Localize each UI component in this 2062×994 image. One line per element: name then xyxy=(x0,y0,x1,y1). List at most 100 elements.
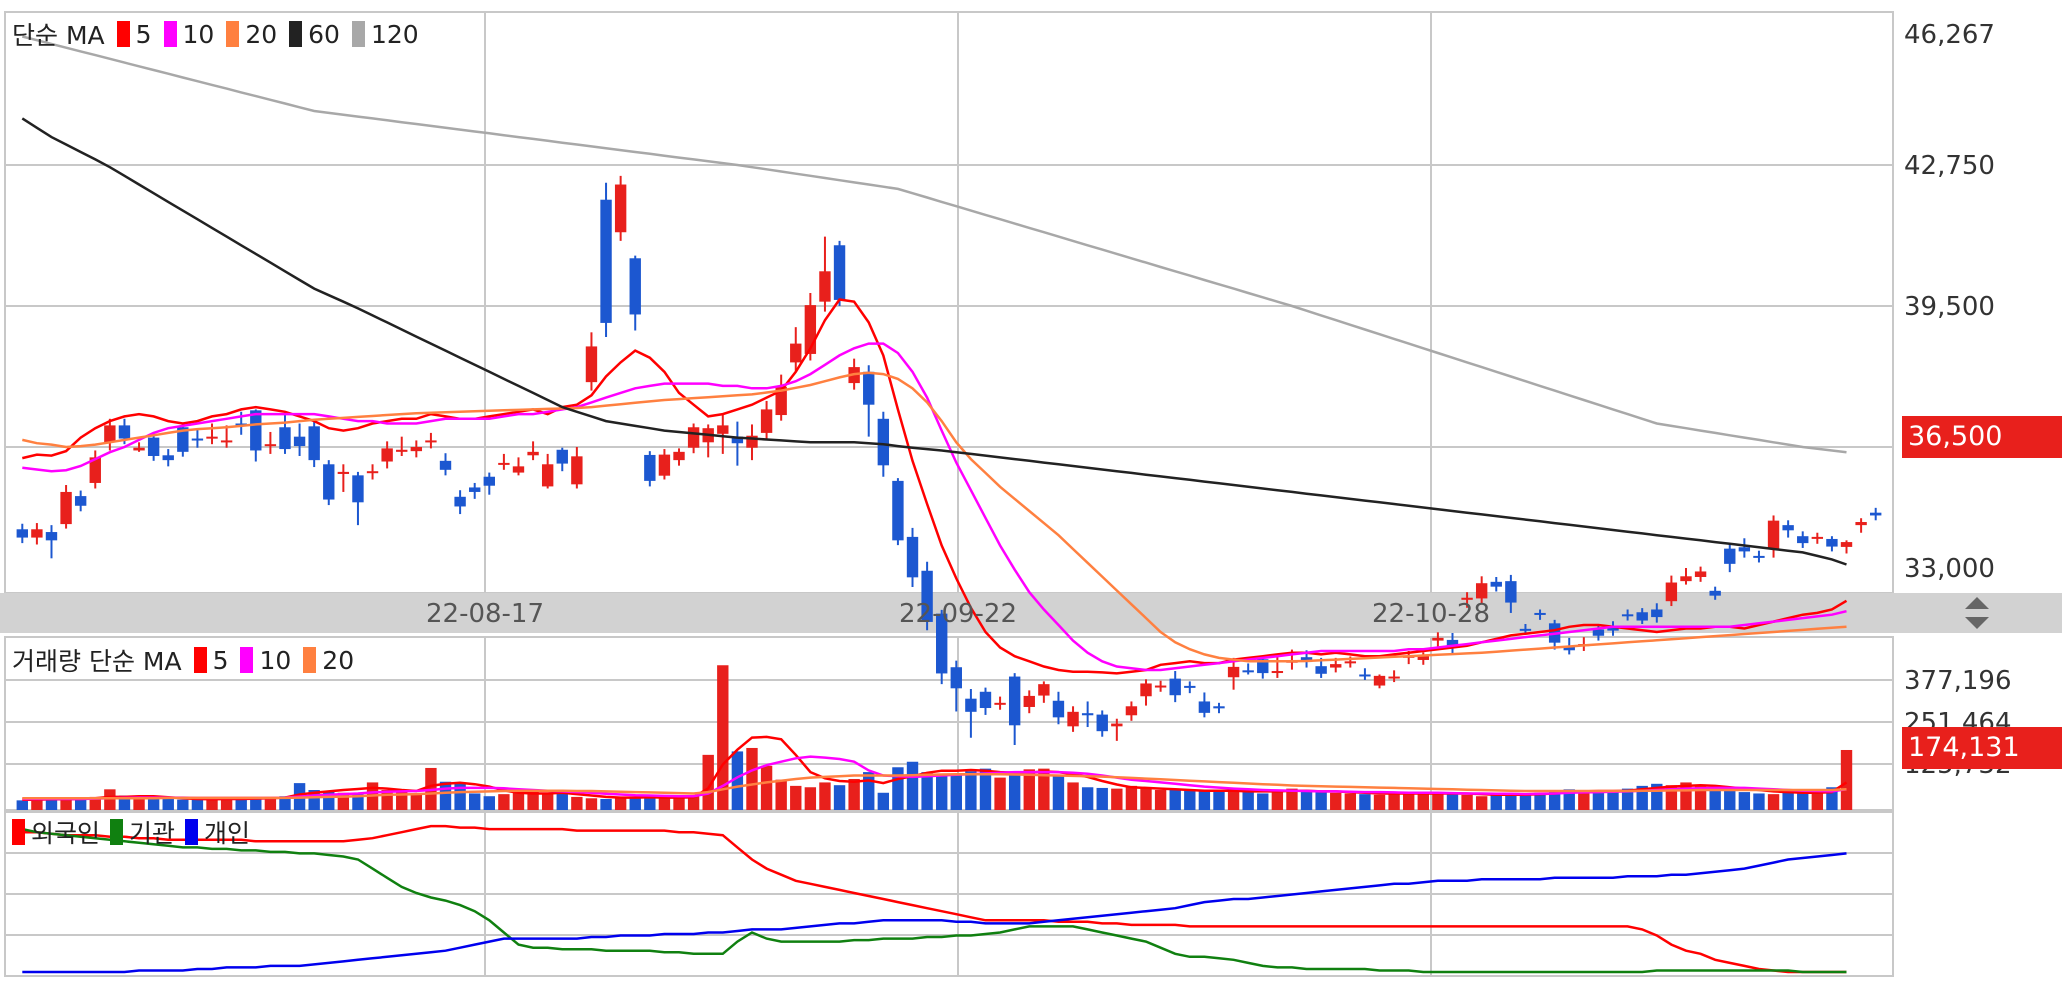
investor-line-1 xyxy=(22,827,1847,974)
ma5-label: 5 xyxy=(135,19,152,49)
chart-canvas[interactable]: 46,26742,75039,50033,000377,196251,46412… xyxy=(0,0,2062,989)
ma120-line xyxy=(21,35,1847,454)
candle-body xyxy=(819,271,831,302)
volume-bar xyxy=(1709,789,1721,810)
date-label: 22-09-22 xyxy=(899,599,1017,629)
volume-bar xyxy=(1797,791,1809,810)
candle-body xyxy=(1782,525,1794,531)
legend-vol-ma10: 10 xyxy=(240,646,291,675)
volume-bar xyxy=(1519,794,1532,810)
candle-body xyxy=(308,426,320,461)
candle-body xyxy=(352,475,364,503)
candle-body xyxy=(1870,512,1882,516)
volume-bar xyxy=(1403,792,1415,810)
volume-bar xyxy=(950,775,962,810)
candle-body xyxy=(1694,571,1707,577)
candle-body xyxy=(1008,676,1021,726)
legend-individual: 개인 xyxy=(185,814,250,850)
candle-body xyxy=(1125,706,1138,716)
candle-body xyxy=(1184,685,1196,688)
vol-ma5-swatch xyxy=(193,647,207,673)
candle-body xyxy=(1388,676,1400,679)
candle-body xyxy=(1417,656,1429,660)
candle-body xyxy=(16,529,28,538)
volume-bar xyxy=(1388,793,1400,810)
volume-bar xyxy=(1169,789,1181,810)
candle-body xyxy=(1519,628,1532,631)
candle-body xyxy=(133,447,145,451)
volume-bar xyxy=(498,794,510,810)
legend-foreign: 외국인 xyxy=(12,814,100,850)
volume-bar xyxy=(1125,785,1138,810)
candle-body xyxy=(1359,674,1371,677)
candle-body xyxy=(1811,536,1824,539)
volume-bar xyxy=(790,785,802,810)
candle-body xyxy=(366,471,379,474)
candle-body xyxy=(483,476,495,486)
volume-bar xyxy=(746,747,758,810)
candle-body xyxy=(1242,670,1254,673)
candle-body xyxy=(1592,629,1605,636)
volume-bar xyxy=(600,798,612,810)
volume-bar xyxy=(1738,792,1751,810)
volume-bar xyxy=(483,796,495,810)
volume-bar xyxy=(31,799,43,810)
volume-bar xyxy=(1052,775,1065,810)
foreign-label: 외국인 xyxy=(31,819,101,848)
candle-body xyxy=(541,464,554,487)
candle-body xyxy=(1665,582,1678,602)
candle-body xyxy=(1534,612,1546,615)
volume-bar xyxy=(775,779,787,810)
volume-bar xyxy=(512,792,525,810)
volume-bar xyxy=(16,800,28,810)
volume-bar xyxy=(206,798,218,810)
candle-body xyxy=(264,444,277,447)
candle-body xyxy=(410,447,423,452)
candle-body xyxy=(556,449,568,464)
candle-body xyxy=(1840,542,1853,547)
volume-bar xyxy=(1578,791,1590,810)
vol-ma20-label: 20 xyxy=(322,645,355,675)
volume-bar xyxy=(410,794,423,810)
candle-body xyxy=(600,199,612,323)
candle-body xyxy=(527,451,539,456)
volume-bar xyxy=(191,799,204,810)
legend-ma20: 20 xyxy=(226,20,277,49)
volume-bar xyxy=(1067,782,1079,810)
volume-bar xyxy=(965,771,977,810)
candle-body xyxy=(1373,675,1386,686)
candle-body xyxy=(1169,678,1181,696)
volume-bar xyxy=(1140,787,1152,810)
ma60-label: 60 xyxy=(308,19,340,49)
ma10-label: 10 xyxy=(182,19,215,49)
legend-ma60: 60 xyxy=(289,20,340,49)
candle-body xyxy=(498,462,510,465)
stock-chart[interactable]: 46,26742,75039,50033,000377,196251,46412… xyxy=(0,0,2062,989)
candle-body xyxy=(585,346,598,383)
volume-bar xyxy=(892,767,904,810)
volume-bar xyxy=(1446,794,1459,810)
candle-body xyxy=(162,455,174,461)
candle-body xyxy=(1023,695,1035,707)
candle-body xyxy=(1767,520,1780,550)
price-legend-title: 단순 MA xyxy=(12,21,105,50)
volume-bar xyxy=(162,798,174,810)
vol-ma10-label: 10 xyxy=(259,645,292,675)
price-tick-label: 39,500 xyxy=(1904,292,1995,322)
grid-layer xyxy=(0,11,2062,977)
candle-body xyxy=(790,343,802,363)
institution-label: 기관 xyxy=(129,819,176,848)
candle-body xyxy=(892,480,904,541)
individual-label: 개인 xyxy=(204,819,251,848)
volume-bar xyxy=(1753,793,1765,810)
price-tick-label: 46,267 xyxy=(1904,20,1995,50)
candle-body xyxy=(629,258,641,315)
individual-swatch xyxy=(185,819,199,845)
institution-swatch xyxy=(110,819,124,845)
candle-body xyxy=(1096,714,1108,732)
candle-body xyxy=(760,409,773,433)
candle-body xyxy=(950,667,962,689)
legend-institution: 기관 xyxy=(110,814,175,850)
volume-bar xyxy=(1081,787,1094,810)
candle-body xyxy=(1826,538,1838,547)
